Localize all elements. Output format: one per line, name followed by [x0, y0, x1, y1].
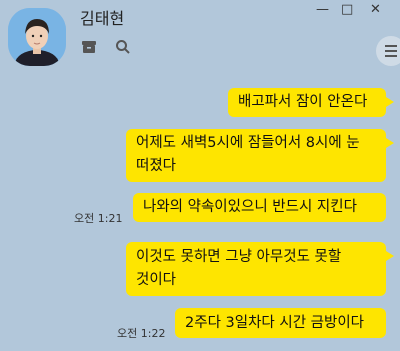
- message-bubble[interactable]: 어제도 새벽5시에 잠들어서 8시에 눈 떠졌다: [126, 129, 386, 182]
- contact-name: 김태현: [80, 9, 125, 28]
- message-text: 배고파서 잠이 안온다: [238, 94, 368, 110]
- message-time: 오전 1:21: [74, 212, 123, 225]
- archive-icon[interactable]: [80, 38, 98, 56]
- avatar[interactable]: [8, 8, 66, 66]
- chat-header: 김태현 — □ ✕: [0, 0, 400, 74]
- message-text-line: 이것도 못하면 그냥 아무것도 못할: [136, 249, 342, 265]
- bubble-tail: [386, 97, 394, 107]
- message-bubble[interactable]: 배고파서 잠이 안온다: [228, 88, 386, 117]
- maximize-button[interactable]: □: [341, 2, 353, 17]
- menu-button[interactable]: [376, 36, 400, 66]
- profile-photo: [8, 8, 66, 66]
- message-text: 2주다 3일차다 시간 금방이다: [185, 315, 365, 331]
- bubble-tail: [386, 251, 394, 261]
- message-time: 오전 1:22: [117, 327, 166, 340]
- minimize-button[interactable]: —: [316, 2, 329, 17]
- message-bubble[interactable]: 이것도 못하면 그냥 아무것도 못할 것이다: [126, 242, 386, 296]
- close-button[interactable]: ✕: [370, 2, 381, 17]
- message-text-line: 떠졌다: [136, 158, 177, 174]
- message-text: 나와의 약속이있으니 반드시 지킨다: [143, 199, 357, 215]
- message-bubble[interactable]: 2주다 3일차다 시간 금방이다: [175, 308, 386, 338]
- bubble-tail: [386, 138, 394, 148]
- message-text-line: 것이다: [136, 272, 177, 288]
- message-text-line: 어제도 새벽5시에 잠들어서 8시에 눈: [136, 135, 360, 151]
- search-icon[interactable]: [114, 38, 132, 56]
- message-bubble[interactable]: 나와의 약속이있으니 반드시 지킨다: [133, 193, 386, 222]
- hamburger-menu-icon: [385, 45, 397, 57]
